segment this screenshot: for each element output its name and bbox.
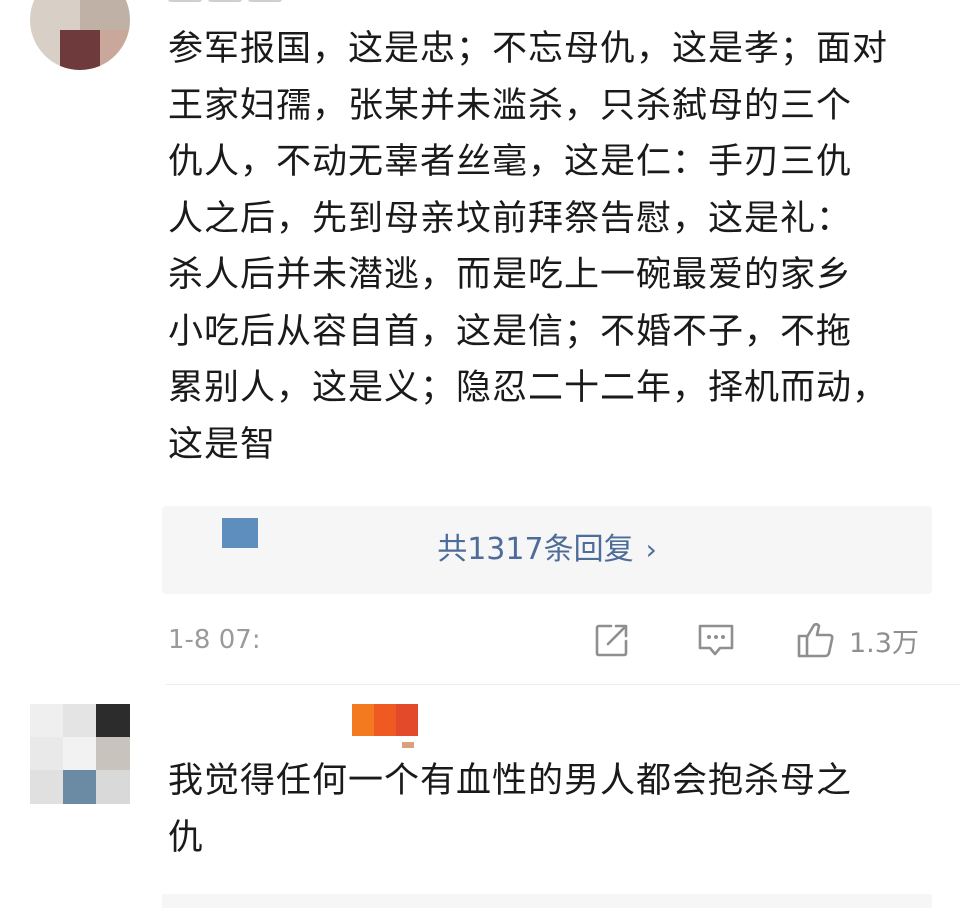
user-badge <box>352 704 418 736</box>
chevron-right-icon: › <box>645 533 657 566</box>
avatar-pixel <box>96 737 130 770</box>
replies-panel[interactable]: 共1317条回复 › <box>162 506 932 594</box>
thumbs-up-icon <box>797 622 834 658</box>
comment-timestamp: 1-8 07: <box>168 625 261 655</box>
user-avatar[interactable] <box>30 704 130 804</box>
comment-item: 我觉得任何一个有血性的男人都会抱杀母之 仇 <box>0 684 960 908</box>
username-fragment <box>248 0 282 2</box>
avatar-pixel <box>63 737 96 770</box>
badge-segment <box>396 704 418 736</box>
user-avatar[interactable] <box>30 0 130 70</box>
username-fragment <box>208 0 242 2</box>
view-replies-link[interactable]: 共1317条回复 › <box>162 530 932 570</box>
view-replies-label: 共1317条回复 <box>437 532 634 567</box>
replies-panel <box>162 894 932 908</box>
share-icon <box>595 624 628 657</box>
avatar-pixel <box>30 704 63 737</box>
avatar-pixel <box>63 704 96 737</box>
avatar-pixel <box>63 770 96 804</box>
badge-segment <box>352 704 374 736</box>
avatar-pixel <box>30 737 63 770</box>
username[interactable] <box>168 0 288 6</box>
badge-segment <box>374 704 396 736</box>
comment-item: 参军报国，这是忠；不忘母仇，这是孝；面对 王家妇孺，张某并未滥杀，只杀弑母的三个… <box>0 0 960 684</box>
comment-button[interactable] <box>695 618 737 662</box>
avatar-pixel <box>80 0 130 30</box>
comment-icon <box>698 624 734 656</box>
share-button[interactable] <box>592 618 632 662</box>
username-fragment <box>168 0 202 2</box>
avatar-pixel <box>100 30 130 70</box>
avatar-pixel <box>96 770 130 804</box>
avatar-pixel <box>30 770 63 804</box>
like-count: 1.3万 <box>849 627 919 659</box>
avatar-pixel <box>60 30 100 70</box>
like-button[interactable]: 1.3万 <box>795 618 919 662</box>
comment-text: 参军报国，这是忠；不忘母仇，这是孝；面对 王家妇孺，张某并未滥杀，只杀弑母的三个… <box>168 29 889 465</box>
comment-text: 我觉得任何一个有血性的男人都会抱杀母之 仇 <box>168 761 853 858</box>
avatar-pixel <box>96 704 130 737</box>
badge-mark <box>402 742 414 748</box>
